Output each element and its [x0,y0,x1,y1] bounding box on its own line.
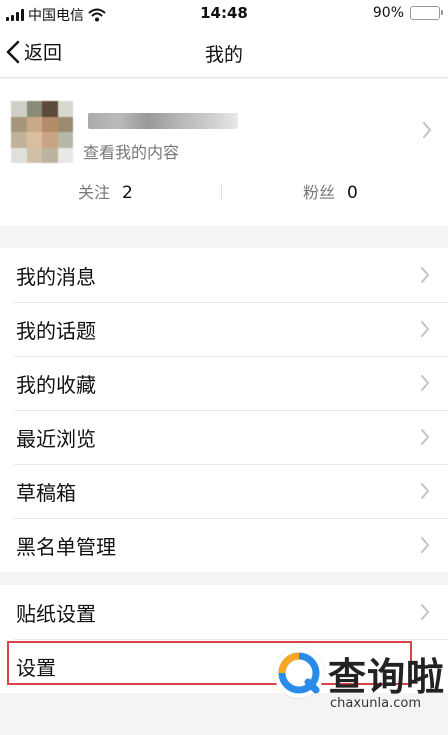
view-my-content-link[interactable]: 查看我的内容 [83,139,179,163]
battery-percent: 90% [372,5,404,21]
menu-item-label: 我的收藏 [16,372,96,397]
chevron-right-icon [421,537,430,553]
fans-label: 粉丝 [303,183,336,202]
menu-item-my-favorites[interactable]: 我的收藏 [0,356,448,410]
status-right: 90% [372,5,443,21]
nav-bar: 返回 我的 [0,28,448,78]
menu-item-label: 草稿箱 [16,480,76,505]
follow-stat[interactable]: 关注 2 [78,179,133,203]
chevron-right-icon [421,483,430,499]
menu-item-drafts[interactable]: 草稿箱 [0,464,448,518]
username-blurred [88,113,238,129]
stats-divider [221,184,222,200]
profile-stats: 关注 2 粉丝 0 [0,179,448,205]
avatar[interactable] [11,101,73,163]
menu-item-label: 黑名单管理 [16,534,116,559]
watermark: 查询啦 chaxunla.com [270,640,445,720]
follow-label: 关注 [78,183,111,202]
menu-item-label: 最近浏览 [16,426,96,451]
menu-item-label: 我的话题 [16,318,96,343]
fans-count: 0 [347,183,358,203]
menu-item-label: 贴纸设置 [16,601,96,626]
menu-item-my-messages[interactable]: 我的消息 [0,248,448,302]
menu-item-blacklist[interactable]: 黑名单管理 [0,518,448,572]
battery-icon [410,6,443,20]
menu-item-sticker-settings[interactable]: 贴纸设置 [0,585,448,639]
menu-item-recent-views[interactable]: 最近浏览 [0,410,448,464]
chevron-right-icon [423,122,432,138]
status-bar: 中国电信 14:48 90% [0,0,448,28]
menu-group-main: 我的消息 我的话题 我的收藏 最近浏览 草稿箱 黑名单管理 [0,248,448,572]
profile-card[interactable]: 查看我的内容 关注 2 粉丝 0 [0,79,448,226]
menu-item-label: 我的消息 [16,264,96,289]
fans-stat[interactable]: 粉丝 0 [303,179,358,203]
chevron-right-icon [421,375,430,391]
menu-item-my-topics[interactable]: 我的话题 [0,302,448,356]
chevron-right-icon [421,429,430,445]
watermark-logo-icon [274,648,324,698]
chevron-right-icon [421,267,430,283]
chevron-right-icon [421,321,430,337]
follow-count: 2 [122,183,133,203]
watermark-url: chaxunla.com [330,696,421,711]
watermark-text: 查询啦 [328,655,446,699]
page-title: 我的 [204,44,243,66]
chevron-right-icon [421,604,430,620]
